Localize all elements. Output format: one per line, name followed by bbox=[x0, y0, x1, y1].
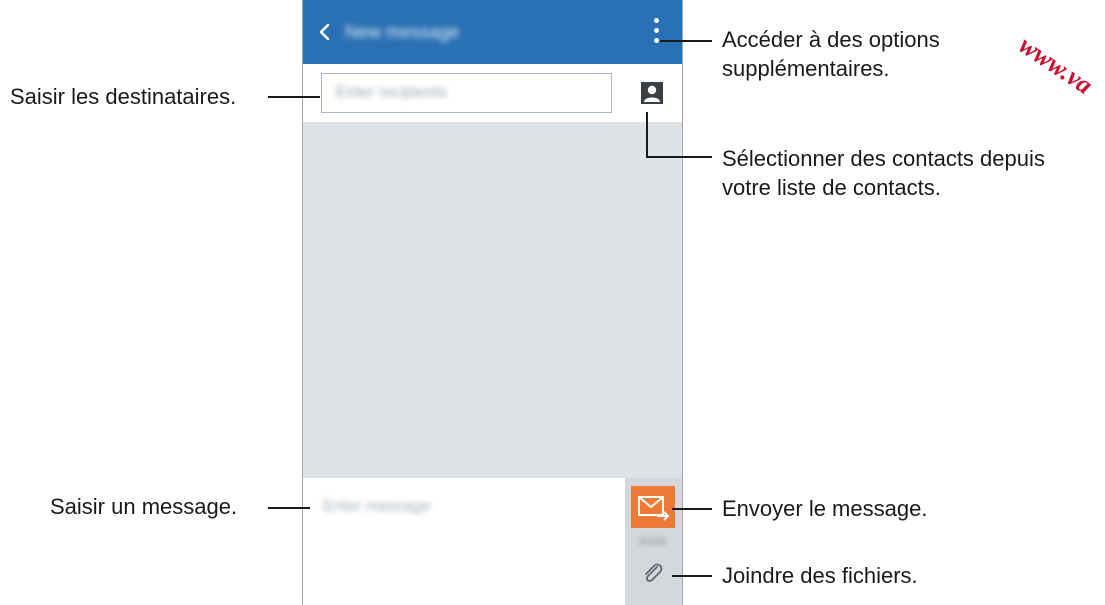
phone-screen: New message Enter recipients Enter messa… bbox=[302, 0, 683, 605]
callout-line-recipients bbox=[268, 96, 320, 98]
app-bar: New message bbox=[303, 0, 682, 64]
contact-card-icon bbox=[641, 82, 663, 104]
send-button[interactable] bbox=[631, 486, 675, 528]
callout-contacts: Sélectionner des contacts depuis votre l… bbox=[722, 144, 1045, 202]
compose-side-panel: 0/160 bbox=[625, 478, 682, 605]
callout-line-more-options bbox=[660, 40, 712, 42]
message-placeholder: Enter message bbox=[323, 498, 431, 515]
callout-line-message bbox=[268, 507, 310, 509]
callout-recipients: Saisir les destinataires. bbox=[10, 84, 237, 109]
callout-more-options: Accéder à des options supplémentaires. bbox=[722, 25, 940, 83]
callout-line-contacts bbox=[646, 156, 712, 158]
callout-message: Saisir un message. bbox=[50, 494, 238, 519]
recipient-input[interactable]: Enter recipients bbox=[321, 73, 612, 113]
callout-contacts-line1: Sélectionner des contacts depuis bbox=[722, 146, 1045, 171]
compose-area: Enter message 0/160 bbox=[303, 478, 682, 605]
recipient-row: Enter recipients bbox=[303, 64, 682, 122]
callout-send: Envoyer le message. bbox=[722, 496, 928, 521]
attach-button[interactable] bbox=[639, 560, 667, 588]
send-envelope-icon bbox=[638, 496, 670, 521]
watermark: www.va bbox=[1013, 30, 1099, 100]
contacts-button[interactable] bbox=[640, 81, 664, 105]
callout-line-contacts-vertical bbox=[646, 112, 648, 158]
callout-more-options-line1: Accéder à des options bbox=[722, 27, 940, 52]
character-counter: 0/160 bbox=[639, 536, 667, 548]
back-button[interactable] bbox=[315, 20, 335, 44]
app-title: New message bbox=[345, 22, 460, 42]
callout-attach: Joindre des fichiers. bbox=[722, 563, 918, 588]
more-vertical-icon bbox=[652, 18, 660, 43]
message-input[interactable]: Enter message bbox=[303, 478, 625, 605]
callout-contacts-line2: votre liste de contacts. bbox=[722, 175, 941, 200]
callout-line-send bbox=[672, 508, 712, 510]
recipient-placeholder: Enter recipients bbox=[336, 84, 448, 101]
callout-line-attach bbox=[672, 575, 712, 577]
callout-more-options-line2: supplémentaires. bbox=[722, 56, 890, 81]
paperclip-icon bbox=[645, 563, 663, 582]
more-options-button[interactable] bbox=[652, 18, 660, 48]
chevron-left-icon bbox=[319, 23, 330, 41]
